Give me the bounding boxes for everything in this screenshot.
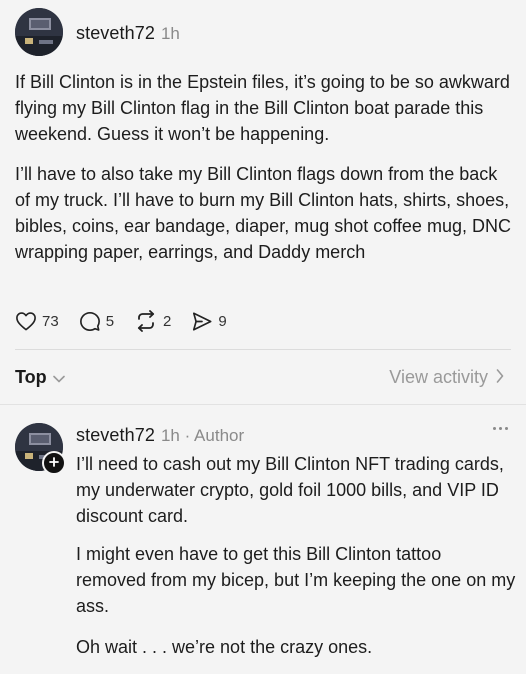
comment-bubble-icon — [79, 311, 106, 332]
like-count: 73 — [42, 312, 59, 330]
repost-arrows-icon — [134, 310, 163, 332]
post-time: 1h — [160, 24, 180, 43]
post-header: steveth72 1h — [76, 22, 180, 45]
avatar[interactable] — [15, 8, 63, 56]
post-text-paragraph: If Bill Clinton is in the Epstein files,… — [15, 72, 510, 144]
reply-text-paragraph: I’ll need to cash out my Bill Clinton NF… — [76, 454, 504, 526]
plus-icon — [49, 454, 59, 472]
repost-count: 2 — [163, 312, 172, 330]
reply-count: 5 — [105, 312, 115, 330]
more-dots-icon[interactable] — [490, 427, 508, 430]
chevron-down-icon — [47, 366, 65, 388]
main-post: steveth72 1h If Bill Clinton is in the Ep… — [0, 0, 526, 350]
reply-text-paragraph: Oh wait . . . we’re not the crazy ones. — [76, 637, 373, 657]
like-button[interactable]: 73 — [15, 311, 59, 331]
sort-dropdown[interactable]: Top — [15, 366, 65, 388]
share-count: 9 — [218, 312, 227, 330]
reply-button[interactable]: 5 — [79, 311, 114, 332]
heart-icon — [15, 311, 42, 331]
username[interactable]: steveth72 — [76, 425, 155, 445]
share-button[interactable]: 9 — [191, 311, 227, 332]
view-activity-link[interactable]: View activity — [389, 366, 504, 388]
reply-post: steveth72 1h · Author I’ll need to cash o… — [0, 405, 526, 674]
username[interactable]: steveth72 — [76, 23, 155, 43]
replies-sort-bar: Top View activity — [0, 350, 526, 404]
repost-button[interactable]: 2 — [134, 310, 171, 332]
post-text-paragraph: I’ll have to also take my Bill Clinton f… — [15, 164, 511, 262]
post-actions: 73 5 2 9 — [15, 308, 247, 334]
thread-page: steveth72 1h If Bill Clinton is in the Ep… — [0, 0, 526, 674]
send-paper-plane-icon — [191, 311, 218, 332]
reply-header: steveth72 1h · Author — [76, 424, 244, 447]
chevron-right-icon — [488, 366, 504, 388]
view-activity-label: View activity — [389, 367, 488, 387]
reply-meta: 1h · Author — [160, 426, 245, 445]
follow-button[interactable] — [42, 451, 66, 475]
reply-text-paragraph: I might even have to get this Bill Clint… — [76, 544, 516, 616]
sort-label: Top — [15, 367, 47, 387]
